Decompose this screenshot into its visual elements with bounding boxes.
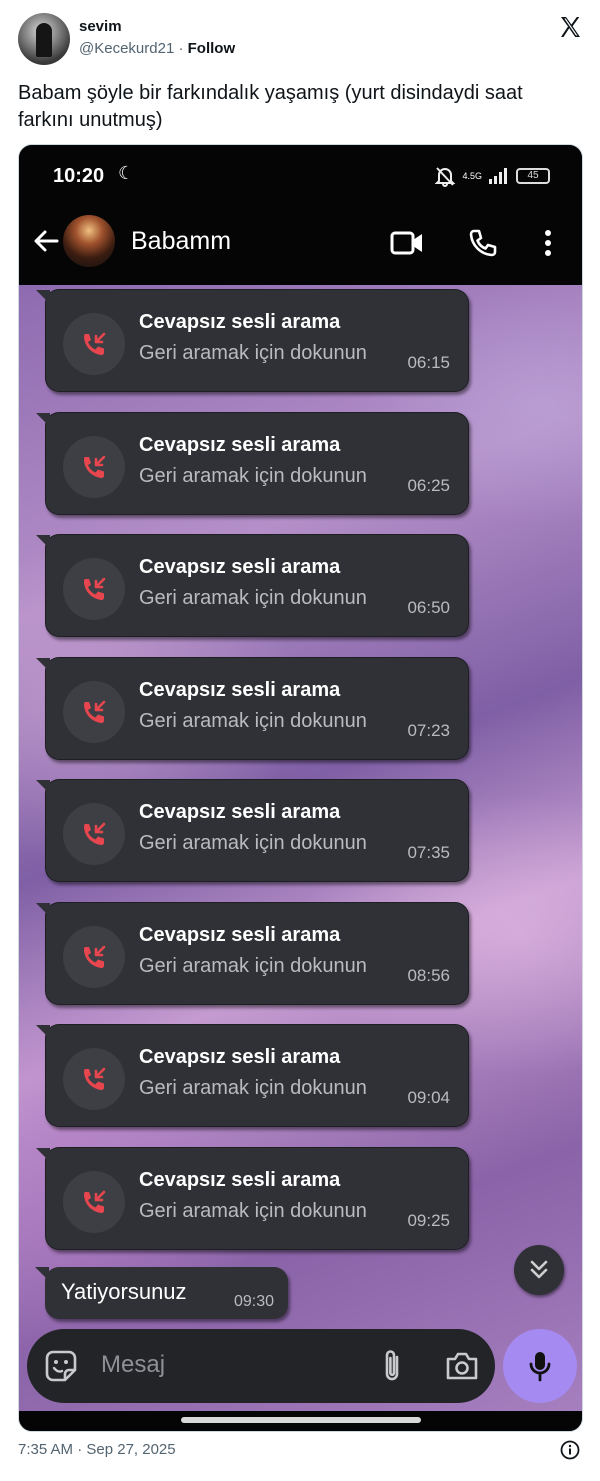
call-time: 08:56	[407, 965, 450, 985]
missed-call-icon	[63, 1048, 125, 1110]
scroll-to-bottom-button[interactable]	[514, 1245, 564, 1295]
more-vert-icon	[545, 230, 551, 256]
call-subtitle: Geri aramak için dokunun	[139, 832, 367, 854]
message-input[interactable]: Mesaj	[101, 1351, 165, 1379]
call-time: 07:23	[407, 720, 450, 740]
attached-screenshot[interactable]: 10:20 ☾ 4.5G 45 Babamm Cevapsız sesli ar…	[18, 144, 583, 1432]
missed-call-bubble[interactable]: Cevapsız sesli arama Geri aramak için dok…	[36, 289, 469, 392]
call-title: Cevapsız sesli arama	[139, 556, 341, 578]
call-title: Cevapsız sesli arama	[139, 311, 341, 333]
status-time: 10:20	[53, 165, 105, 187]
network-label: 4.5G	[462, 170, 482, 181]
battery-indicator: 45	[516, 168, 550, 184]
back-arrow-icon[interactable]	[31, 226, 61, 256]
home-handle[interactable]	[181, 1417, 421, 1423]
camera-icon[interactable]	[444, 1349, 480, 1383]
missed-call-icon	[63, 925, 125, 988]
message-time: 09:30	[233, 1293, 274, 1310]
video-call-icon	[390, 231, 422, 255]
video-call-button[interactable]	[389, 225, 425, 261]
missed-call-icon	[63, 1170, 125, 1233]
gesture-nav-bar	[19, 1411, 582, 1431]
author-handle[interactable]: @Kecekurd21	[79, 40, 174, 57]
missed-call-bubble[interactable]: Cevapsız sesli arama Geri aramak için dok…	[36, 901, 469, 1005]
more-options-button[interactable]	[530, 225, 566, 261]
call-time: 06:15	[407, 353, 450, 372]
call-subtitle: Geri aramak için dokunun	[139, 587, 367, 609]
voice-message-button[interactable]	[503, 1329, 577, 1403]
double-chevron-down-icon	[530, 1260, 548, 1279]
missed-call-bubble[interactable]: Cevapsız sesli arama Geri aramak için dok…	[36, 1146, 469, 1250]
call-title: Cevapsız sesli arama	[139, 923, 341, 946]
chat-area[interactable]: Cevapsız sesli arama Geri aramak için dok…	[19, 285, 582, 1411]
call-time: 07:35	[407, 843, 450, 862]
call-subtitle: Geri aramak için dokunun	[139, 1199, 367, 1222]
missed-call-bubble[interactable]: Cevapsız sesli arama Geri aramak için dok…	[36, 411, 469, 515]
sticker-icon[interactable]	[43, 1348, 79, 1384]
author-avatar[interactable]	[18, 13, 70, 65]
call-title: Cevapsız sesli arama	[139, 678, 341, 701]
call-title: Cevapsız sesli arama	[139, 433, 341, 456]
message-text: Yatiyorsunuz	[61, 1279, 187, 1304]
missed-call-icon	[63, 558, 125, 620]
missed-call-icon	[63, 680, 125, 743]
moon-icon: ☾	[118, 163, 135, 183]
call-subtitle: Geri aramak için dokunun	[139, 464, 367, 487]
call-subtitle: Geri aramak için dokunun	[139, 342, 367, 364]
mute-icon	[435, 167, 456, 187]
post-timestamp[interactable]: 7:35 AM · Sep 27, 2025	[18, 1441, 176, 1458]
voice-call-button[interactable]	[465, 225, 501, 261]
missed-call-icon	[63, 803, 125, 865]
message-bubble[interactable]: Yatiyorsunuz 09:30	[35, 1267, 288, 1319]
call-subtitle: Geri aramak için dokunun	[139, 709, 367, 732]
missed-call-icon	[63, 313, 125, 375]
chat-app-bar: Babamm	[19, 207, 582, 285]
call-time: 06:25	[407, 475, 450, 495]
call-title: Cevapsız sesli arama	[139, 801, 341, 823]
contact-avatar[interactable]	[63, 215, 115, 267]
call-title: Cevapsız sesli arama	[139, 1046, 341, 1068]
x-logo-icon[interactable]	[558, 15, 582, 39]
tweet-text: Babam şöyle bir farkındalık yaşamış (yur…	[18, 82, 523, 131]
separator: ·	[174, 40, 188, 57]
missed-call-icon	[63, 435, 125, 498]
author-handle-row: @Kecekurd21 · Follow	[79, 40, 235, 58]
missed-call-bubble[interactable]: Cevapsız sesli arama Geri aramak için dok…	[36, 656, 469, 760]
system-icons: 4.5G 45	[434, 165, 550, 187]
message-composer[interactable]: Mesaj	[27, 1329, 495, 1403]
signal-icon	[489, 168, 507, 184]
mic-icon	[529, 1352, 551, 1382]
info-icon[interactable]	[560, 1440, 580, 1460]
status-bar: 10:20 ☾ 4.5G 45	[19, 145, 582, 207]
missed-call-bubble[interactable]: Cevapsız sesli arama Geri aramak için dok…	[36, 1024, 469, 1127]
call-time: 06:50	[407, 598, 450, 617]
missed-call-bubble[interactable]: Cevapsız sesli arama Geri aramak için dok…	[36, 779, 469, 882]
contact-name[interactable]: Babamm	[131, 227, 231, 256]
call-subtitle: Geri aramak için dokunun	[139, 1077, 367, 1099]
author-block: sevim @Kecekurd21 · Follow	[79, 18, 235, 58]
call-time: 09:04	[407, 1088, 450, 1107]
phone-call-icon	[469, 229, 497, 257]
call-title: Cevapsız sesli arama	[139, 1168, 341, 1191]
call-subtitle: Geri aramak için dokunun	[139, 954, 367, 977]
missed-call-bubble[interactable]: Cevapsız sesli arama Geri aramak için dok…	[36, 534, 469, 637]
author-name[interactable]: sevim	[79, 18, 235, 36]
call-time: 09:25	[407, 1210, 450, 1230]
follow-button[interactable]: Follow	[188, 40, 236, 57]
attach-icon[interactable]	[377, 1347, 407, 1385]
